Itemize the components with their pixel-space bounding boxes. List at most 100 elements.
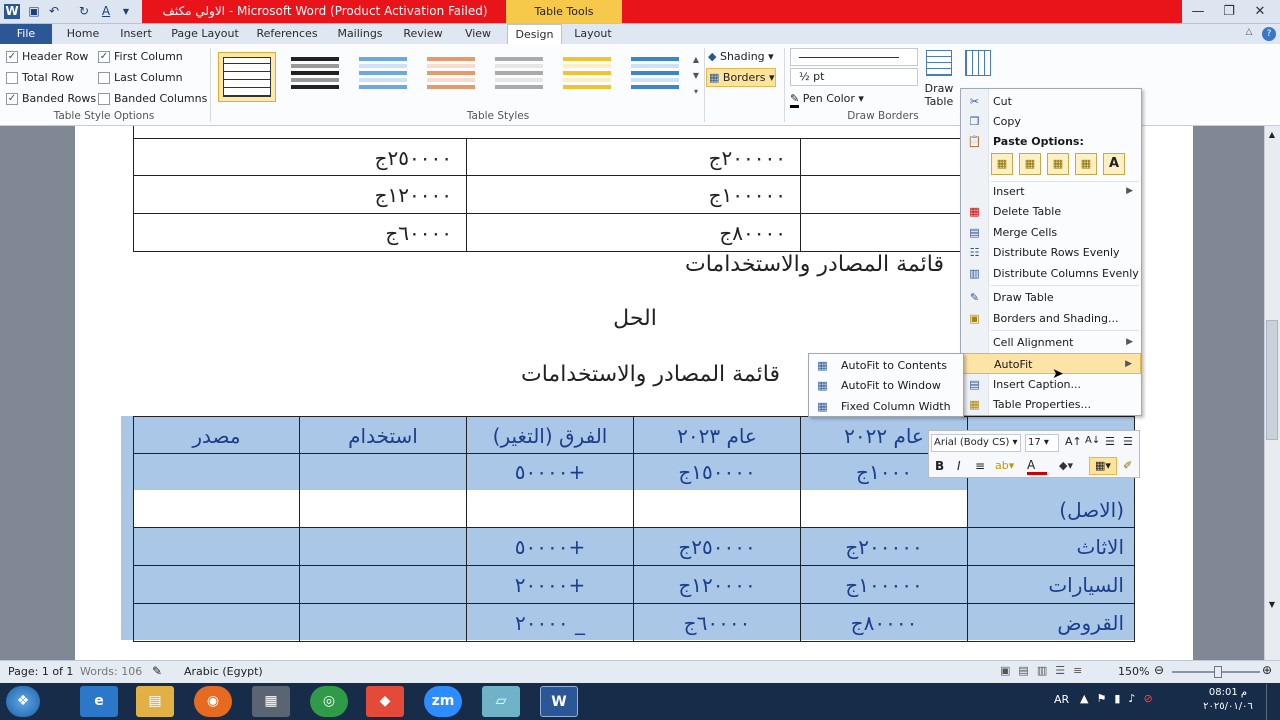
table-cell[interactable] (133, 454, 300, 528)
tab-references[interactable]: References (252, 24, 322, 44)
clock[interactable]: 08:01 م ٢٠٢٥/٠١/٠٦ (1198, 686, 1258, 714)
tab-file[interactable]: File (0, 24, 52, 44)
customize-qat-icon[interactable]: ▼ (118, 4, 134, 19)
help-icon[interactable]: ? (1262, 27, 1276, 41)
table-cell[interactable]: ٢٠٠٠٠٠ج (467, 138, 801, 176)
table-header-cell[interactable]: مصدر (133, 416, 300, 454)
table-cell[interactable]: +٥٠٠٠٠ (467, 454, 634, 528)
menu-item-autofit-window[interactable]: ▦ AutoFit to Window (809, 375, 963, 396)
header-row-checkbox[interactable]: ✓ (6, 51, 18, 63)
header-row-option[interactable]: ✓ Header Row (6, 48, 102, 66)
internet-explorer-icon[interactable]: e (80, 686, 118, 717)
word-taskbar-icon[interactable]: W (540, 686, 578, 717)
restore-icon[interactable]: ❐ (1215, 2, 1243, 21)
italic-icon[interactable]: I (957, 459, 971, 473)
input-language[interactable]: AR (1054, 693, 1069, 706)
table-cell[interactable] (801, 214, 961, 252)
bold-icon[interactable]: B (935, 459, 949, 473)
draw-table-button[interactable]: Draw Table (922, 50, 956, 108)
outline-icon[interactable]: ☰ (1055, 664, 1065, 677)
volume-icon[interactable]: ♪ (1128, 692, 1135, 705)
total-row-option[interactable]: Total Row (6, 69, 102, 87)
table-cell[interactable] (300, 604, 467, 642)
font-color-icon[interactable]: A (98, 4, 114, 19)
flag-icon[interactable]: ⚑ (1096, 692, 1106, 705)
table-cell[interactable]: ٨٠٠٠٠ج (467, 214, 801, 252)
table-header-cell[interactable]: عام ٢٠٢٣ (634, 416, 801, 454)
table-cell[interactable] (300, 566, 467, 604)
borders-button[interactable]: ▦ Borders ▾ (706, 68, 776, 87)
table-style-blue-dark[interactable] (626, 52, 684, 102)
menu-item-fixed-column-width[interactable]: ▦ Fixed Column Width (809, 396, 963, 417)
table-header-cell[interactable]: الفرق (التغير) (467, 416, 634, 454)
highlight-icon[interactable]: ab▾ (995, 459, 1015, 472)
table-cell[interactable] (133, 528, 300, 566)
heading-solution[interactable]: الحل (560, 306, 710, 342)
rtl-icon[interactable]: ☰ (1123, 435, 1137, 448)
table-cell[interactable] (801, 176, 961, 214)
table-style-plain-dark[interactable] (286, 52, 344, 102)
scroll-down-icon[interactable]: ▼ (1266, 600, 1278, 612)
table-cell[interactable]: ١٢٠٠٠٠ج (133, 176, 467, 214)
table-cell[interactable] (300, 528, 467, 566)
show-desktop-button[interactable] (1266, 684, 1280, 720)
mini-size-dropdown[interactable]: 17 ▾ (1025, 434, 1059, 452)
table-cell[interactable]: الاثاث (968, 528, 1135, 566)
table-cell[interactable]: ٢٥٠٠٠٠ج (133, 138, 467, 176)
table-style-grid[interactable] (218, 52, 276, 102)
heading-sources-uses[interactable]: قائمة المصادر والاستخدامات (560, 252, 944, 288)
shrink-font-icon[interactable]: A↓ (1085, 435, 1100, 446)
table-cell[interactable]: ٨٠٠٠٠ج (801, 604, 968, 642)
save-icon[interactable]: ▣ (26, 4, 42, 19)
borders-icon[interactable]: ▦▾ (1089, 457, 1117, 475)
tab-layout[interactable]: Layout (570, 24, 616, 44)
menu-item-draw-table[interactable]: ✎ Draw Table (961, 287, 1141, 308)
security-icon[interactable]: ⊘ (1143, 692, 1152, 705)
tab-mailings[interactable]: Mailings (332, 24, 388, 44)
minimize-icon[interactable]: — (1184, 2, 1212, 21)
menu-item-table-properties[interactable]: ▦ Table Properties... (961, 394, 1141, 415)
notepad-icon[interactable]: ▱ (482, 686, 520, 717)
banded-columns-checkbox[interactable] (98, 93, 110, 105)
table-style-orange[interactable] (422, 52, 480, 102)
menu-item-autofit[interactable]: AutoFit ▶ (961, 353, 1141, 374)
show-hidden-icon[interactable]: ▲ (1080, 692, 1088, 705)
zoom-out-icon[interactable]: ⊖ (1154, 663, 1164, 677)
chrome-icon[interactable]: ◎ (310, 686, 348, 717)
shading-icon[interactable]: ◆▾ (1059, 459, 1079, 472)
print-layout-icon[interactable]: ▣ (1000, 664, 1010, 677)
table-cell[interactable]: ٢٠٠٠٠٠ج (801, 528, 968, 566)
firefox-icon[interactable]: ◉ (194, 686, 232, 717)
table-cell[interactable] (133, 566, 300, 604)
table-style-gold[interactable] (558, 52, 616, 102)
network-icon[interactable]: ▮ (1114, 692, 1120, 705)
menu-item-borders-shading[interactable]: ▣ Borders and Shading... (961, 308, 1141, 329)
menu-item-insert[interactable]: Insert ▶ (961, 181, 1141, 202)
vertical-scrollbar-thumb[interactable] (1266, 320, 1278, 440)
table-cell[interactable]: القروض (968, 604, 1135, 642)
menu-item-merge-cells[interactable]: ▤ Merge Cells (961, 222, 1141, 243)
menu-item-cut[interactable]: ✂ Cut (961, 91, 1141, 112)
pen-color-button[interactable]: ✎ Pen Color ▾ (790, 90, 880, 108)
page-count[interactable]: Page: 1 of 1 (8, 665, 73, 678)
full-screen-icon[interactable]: ▤ (1018, 664, 1028, 677)
paste-insert-rows-icon[interactable]: ▦ (1047, 153, 1069, 175)
last-column-checkbox[interactable] (98, 72, 110, 84)
word-count[interactable]: Words: 106 (80, 665, 142, 678)
scroll-up-icon[interactable]: ▲ (1266, 130, 1278, 142)
table-cell[interactable]: ١٥٠٠٠٠ج (634, 454, 801, 528)
center-align-icon[interactable]: ≡ (975, 459, 991, 473)
total-row-checkbox[interactable] (6, 72, 18, 84)
table-cell[interactable]: ١٠٠٠٠٠ج (801, 566, 968, 604)
paste-nest-table-icon[interactable]: ▦ (991, 153, 1013, 175)
table-cell[interactable]: السيارات (968, 566, 1135, 604)
table-header-cell[interactable]: استخدام (300, 416, 467, 454)
shading-button[interactable]: ◆ Shading ▾ (708, 48, 784, 66)
collapse-ribbon-icon[interactable]: △ (1242, 27, 1256, 41)
paste-keep-text-only-icon[interactable]: A (1103, 153, 1125, 175)
table-cell[interactable]: ٦٠٠٠٠ج (634, 604, 801, 642)
styles-scroll-icon[interactable]: ▲ ▼ ▾ (690, 52, 702, 102)
file-explorer-icon[interactable]: ▤ (136, 686, 174, 717)
zoom-in-icon[interactable]: ⊕ (1262, 663, 1272, 677)
ltr-icon[interactable]: ☰ (1105, 435, 1119, 448)
